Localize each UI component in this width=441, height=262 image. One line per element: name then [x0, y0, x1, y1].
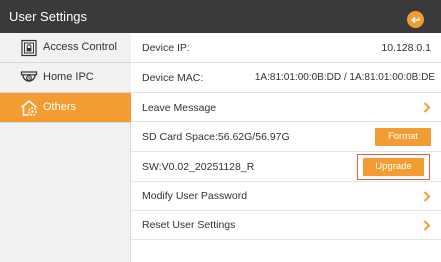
sidebar-item-label: Access Control [43, 41, 117, 53]
leave-message-label: Leave Message [142, 102, 217, 114]
sidebar-item-home-ipc[interactable]: Home IPC [0, 63, 131, 93]
page-title: User Settings [9, 9, 88, 24]
device-mac-value: 1A:81:01:00:0B:DD / 1A:81:01:00:0B:DE [254, 72, 435, 83]
sidebar-item-access-control[interactable]: Access Control [0, 33, 131, 63]
format-button[interactable]: Format [375, 128, 431, 146]
device-mac-row: Device MAC: 1A:81:01:00:0B:DD / 1A:81:01… [131, 63, 441, 93]
device-ip-label: Device IP: [142, 42, 190, 54]
device-ip-row: Device IP: 10.128.0.1 [131, 33, 441, 63]
sidebar-item-label: Others [43, 101, 77, 113]
back-arrow-icon [411, 16, 420, 24]
settings-list: Device IP: 10.128.0.1 Device MAC: 1A:81:… [131, 33, 441, 262]
sidebar-item-others[interactable]: Others [0, 93, 131, 123]
leave-message-row[interactable]: Leave Message [131, 93, 441, 122]
modify-password-row[interactable]: Modify User Password [131, 182, 441, 211]
sidebar: Access Control Home IPC Others [0, 33, 131, 262]
upgrade-button[interactable]: Upgrade [363, 158, 424, 176]
chevron-right-icon [423, 191, 431, 202]
chevron-right-icon [423, 220, 431, 231]
modify-password-label: Modify User Password [142, 190, 248, 202]
chevron-right-icon [423, 102, 431, 113]
sd-card-row: SD Card Space:56.62G/56.97G Format [131, 122, 441, 152]
dome-camera-icon [20, 71, 38, 82]
reset-settings-label: Reset User Settings [142, 219, 236, 231]
reset-settings-row[interactable]: Reset User Settings [131, 211, 441, 240]
software-version-label: SW:V0.02_20251128_R [142, 161, 255, 173]
title-bar: User Settings [0, 0, 441, 33]
back-button[interactable] [407, 11, 424, 28]
sd-card-space-label: SD Card Space:56.62G/56.97G [142, 131, 290, 143]
sidebar-item-label: Home IPC [43, 71, 94, 83]
device-ip-value: 10.128.0.1 [381, 42, 431, 54]
home-gear-icon [21, 100, 37, 116]
device-mac-label: Device MAC: [142, 72, 204, 84]
door-lock-icon [21, 39, 37, 57]
software-version-row: SW:V0.02_20251128_R Upgrade [131, 152, 441, 182]
